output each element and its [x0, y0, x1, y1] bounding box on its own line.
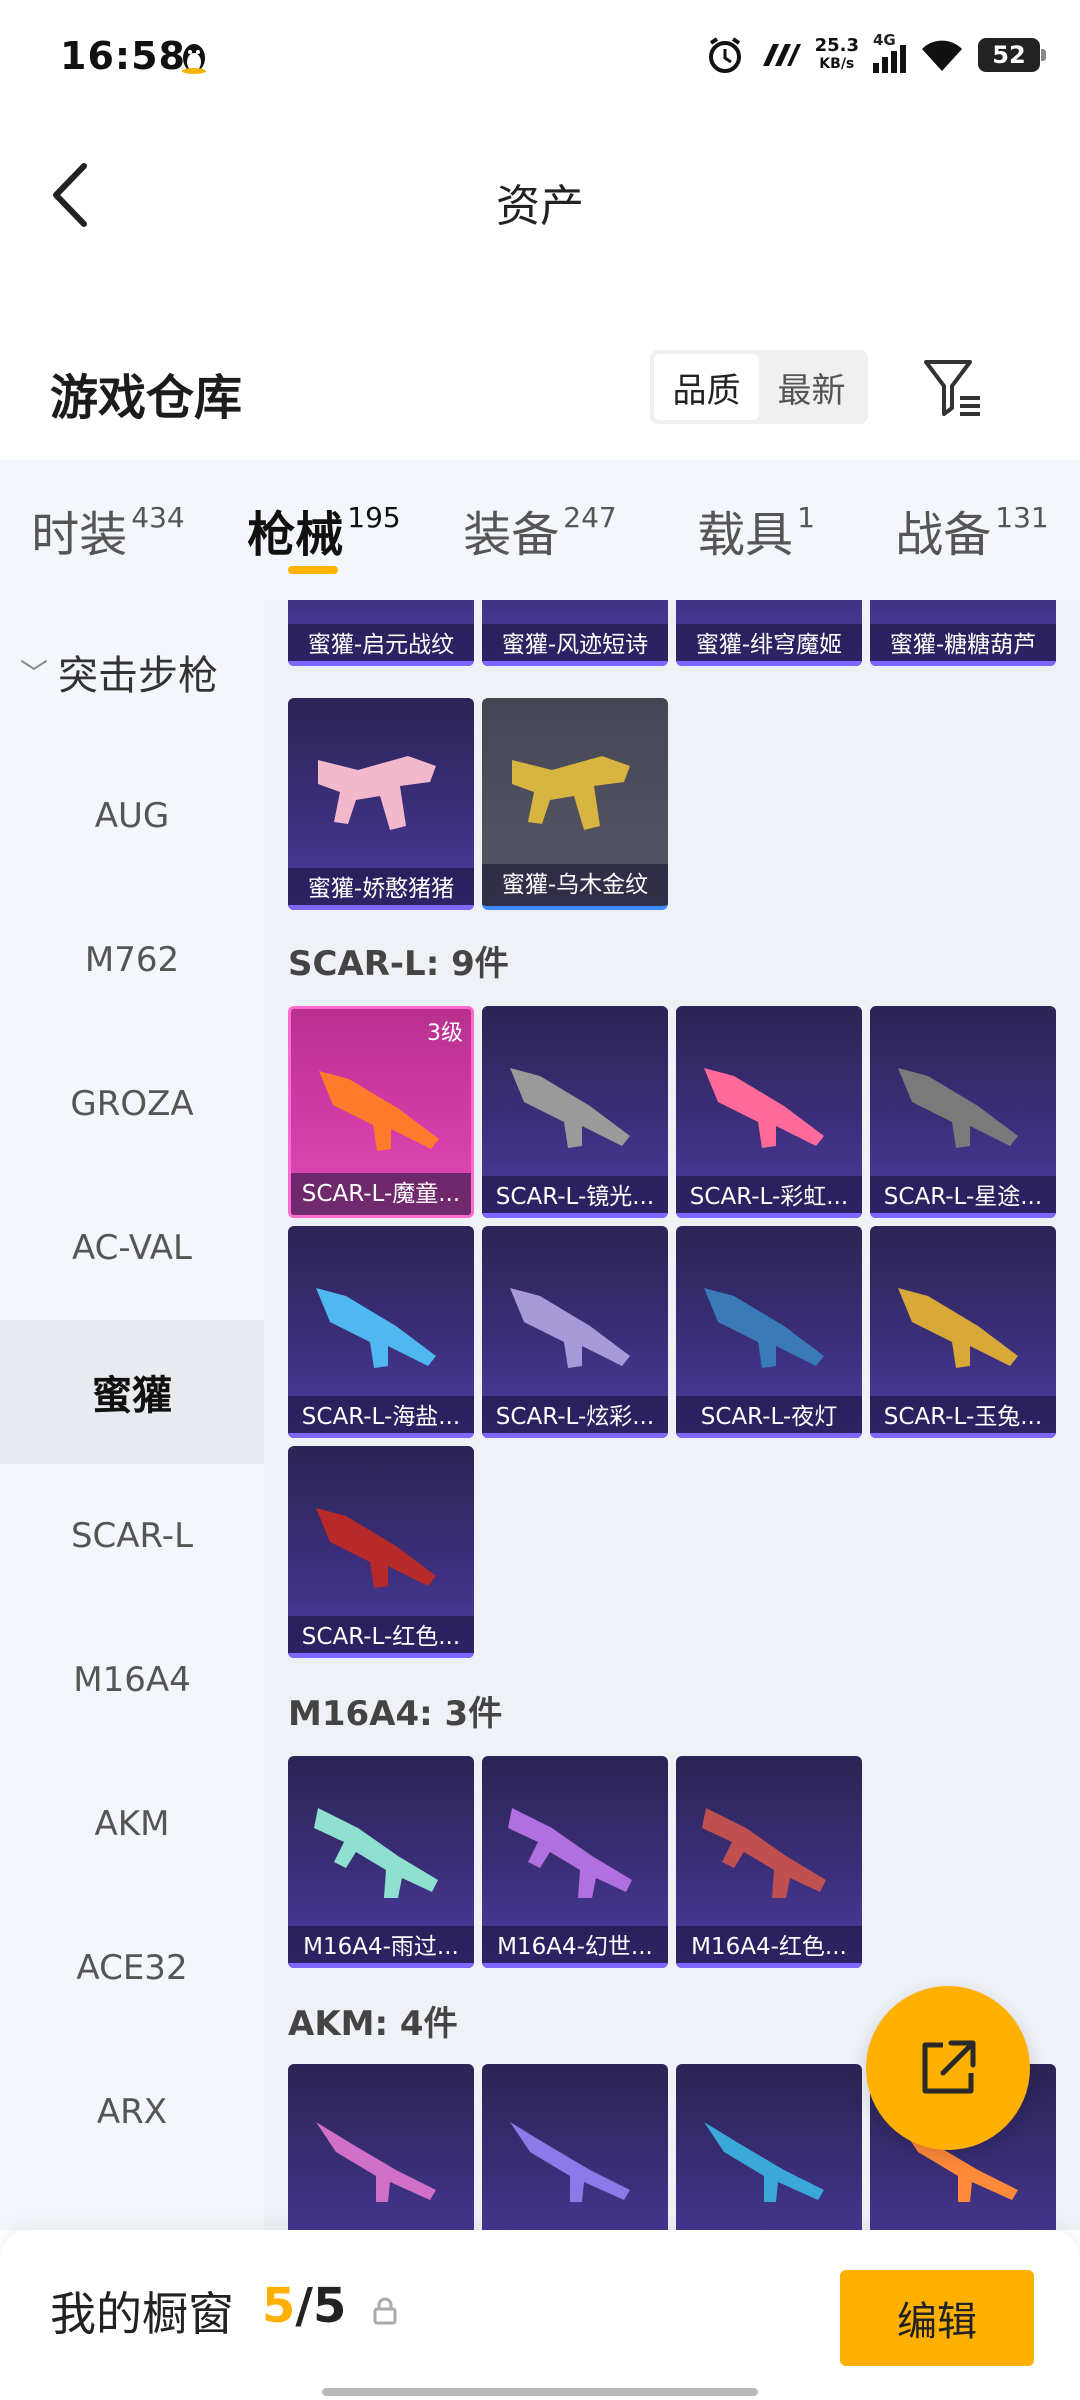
skin-card[interactable]: 蜜獾-糖糖葫芦 — [870, 600, 1056, 666]
rifle-icon — [510, 2122, 630, 2202]
sidebar-item-aug[interactable]: AUG — [0, 744, 264, 888]
page-title: 资产 — [496, 181, 584, 232]
showcase-label: 我的橱窗 — [50, 2287, 234, 2341]
skin-card[interactable]: M16A4-幻世... — [482, 1756, 668, 1968]
alarm-icon — [708, 37, 741, 73]
warehouse-header: 游戏仓库 品质 最新 — [0, 330, 1080, 450]
rifle-icon — [314, 1808, 438, 1898]
sidebar-item-arx[interactable]: ARX — [0, 2040, 264, 2184]
sidebar-item-groza[interactable]: GROZA — [0, 1032, 264, 1176]
skin-card[interactable]: SCAR-L-炫彩... — [482, 1226, 668, 1438]
rifle-icon — [888, 600, 1038, 606]
lock-icon — [373, 2297, 397, 2325]
status-bar: 16:58 25.3 KB/s 4G 52 — [0, 0, 1080, 110]
network-speed: 25.3 KB/s — [814, 35, 859, 73]
rifle-icon — [512, 756, 630, 830]
skin-card[interactable]: SCAR-L-夜灯 — [676, 1226, 862, 1438]
skin-card[interactable] — [482, 2064, 668, 2230]
rifle-icon — [704, 1288, 824, 1368]
chevron-down-icon: ﹀ — [20, 657, 49, 690]
rifle-icon — [694, 600, 844, 606]
category-tabs: 时装 434 枪械 195 装备 247 载具 1 战备 131 — [0, 460, 1080, 600]
rifle-icon — [319, 1071, 439, 1151]
rifle-icon — [316, 1508, 436, 1588]
rifle-icon — [318, 756, 436, 830]
sort-toggle: 品质 最新 — [650, 350, 868, 424]
skin-card[interactable]: SCAR-L-彩虹... — [676, 1006, 862, 1218]
skin-card[interactable]: 蜜獾-娇憨猪猪 — [288, 698, 474, 910]
sidebar-item-m762[interactable]: M762 — [0, 888, 264, 1032]
showcase-bar: 我的橱窗 5/5 编辑 — [0, 2230, 1080, 2400]
skin-card[interactable] — [676, 2064, 862, 2230]
section-label-scar-l: SCAR-L: 9件 — [288, 944, 509, 984]
share-fab[interactable] — [866, 1986, 1030, 2150]
share-external-icon — [922, 2040, 976, 2094]
skin-card[interactable]: M16A4-雨过... — [288, 1756, 474, 1968]
rifle-icon — [704, 1068, 824, 1148]
rifle-icon — [510, 1288, 630, 1368]
tab-fashion[interactable]: 时装 434 — [0, 460, 216, 600]
home-indicator — [322, 2388, 758, 2396]
rifle-icon — [704, 2122, 824, 2202]
sidebar-item-akm[interactable]: AKM — [0, 1752, 264, 1896]
tab-vehicles[interactable]: 载具 1 — [648, 460, 864, 600]
sidebar-item-scar-l[interactable]: SCAR-L — [0, 1464, 264, 1608]
skin-card[interactable]: 蜜獾-乌木金纹 — [482, 698, 668, 910]
rifle-icon — [316, 2122, 436, 2202]
rifle-icon — [306, 600, 456, 606]
rifle-icon — [898, 1068, 1018, 1148]
tab-firearms[interactable]: 枪械 195 — [216, 460, 432, 600]
skin-card[interactable]: M16A4-红色... — [676, 1756, 862, 1968]
sidebar-item-honey-badger[interactable]: 蜜獾 — [0, 1320, 264, 1464]
rifle-icon — [898, 1288, 1018, 1368]
wifi-icon — [922, 40, 962, 71]
rifle-icon — [316, 1288, 436, 1368]
skin-card[interactable] — [288, 2064, 474, 2230]
rifle-icon — [510, 1068, 630, 1148]
skin-card[interactable]: 蜜獾-风迹短诗 — [482, 600, 668, 666]
skin-card[interactable]: SCAR-L-玉兔... — [870, 1226, 1056, 1438]
tab-supplies[interactable]: 战备 131 — [864, 460, 1080, 600]
rifle-icon — [702, 1808, 826, 1898]
skin-card[interactable]: 3级 SCAR-L-魔童... — [288, 1006, 474, 1218]
sidebar-item-m16a4[interactable]: M16A4 — [0, 1608, 264, 1752]
rifle-icon — [500, 600, 650, 606]
edit-button[interactable]: 编辑 — [840, 2270, 1034, 2366]
sidebar-item-ace32[interactable]: ACE32 — [0, 1896, 264, 2040]
qq-penguin-icon — [182, 44, 206, 74]
section-label-akm: AKM: 4件 — [288, 2004, 458, 2044]
status-time: 16:58 — [60, 34, 186, 78]
skin-card[interactable]: 蜜獾-绯穹魔姬 — [676, 600, 862, 666]
skin-card[interactable]: SCAR-L-镜光... — [482, 1006, 668, 1218]
sort-option-quality[interactable]: 品质 — [654, 354, 759, 420]
signal-indicator: 4G — [873, 31, 906, 73]
warehouse-title: 游戏仓库 — [50, 370, 243, 426]
skin-card[interactable]: SCAR-L-海盐... — [288, 1226, 474, 1438]
rifle-icon — [508, 1808, 632, 1898]
filter-icon[interactable] — [918, 352, 988, 422]
sort-option-newest[interactable]: 最新 — [759, 354, 864, 420]
sidebar-category-assault-rifle[interactable]: ﹀ 突击步枪 — [0, 600, 264, 744]
weapon-grid: 蜜獾-启元战纹 蜜獾-风迹短诗 蜜獾-绯穹魔姬 蜜獾-糖糖葫芦 蜜獾-娇憨猪猪 … — [264, 600, 1080, 2230]
weapon-sidebar: ﹀ 突击步枪 AUG M762 GROZA AC-VAL 蜜獾 SCAR-L M… — [0, 600, 264, 2230]
app-header: 资产 — [0, 110, 1080, 280]
carrier-icon — [762, 44, 801, 66]
showcase-count: 5/5 — [262, 2278, 347, 2334]
skin-card[interactable]: SCAR-L-星途... — [870, 1006, 1056, 1218]
sidebar-item-ac-val[interactable]: AC-VAL — [0, 1176, 264, 1320]
tab-equipment[interactable]: 装备 247 — [432, 460, 648, 600]
section-label-m16a4: M16A4: 3件 — [288, 1694, 503, 1734]
skin-card[interactable]: 蜜獾-启元战纹 — [288, 600, 474, 666]
skin-card[interactable]: SCAR-L-红色... — [288, 1446, 474, 1658]
battery-indicator: 52 — [978, 38, 1046, 72]
